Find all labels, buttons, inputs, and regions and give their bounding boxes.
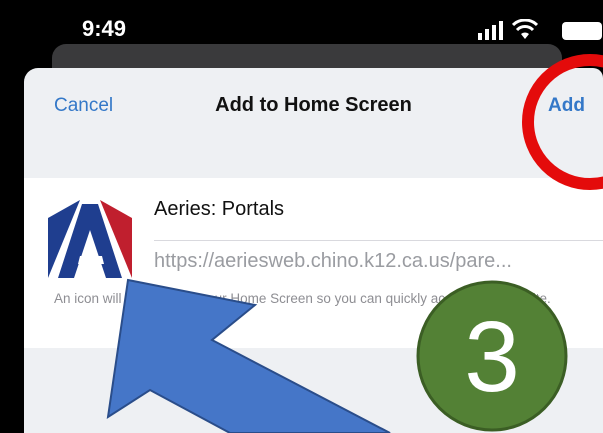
annotation-overlay: 3 xyxy=(106,54,603,433)
blue-arrow-annotation xyxy=(106,278,391,433)
step-number: 3 xyxy=(464,301,520,413)
red-circle-annotation xyxy=(522,54,603,190)
